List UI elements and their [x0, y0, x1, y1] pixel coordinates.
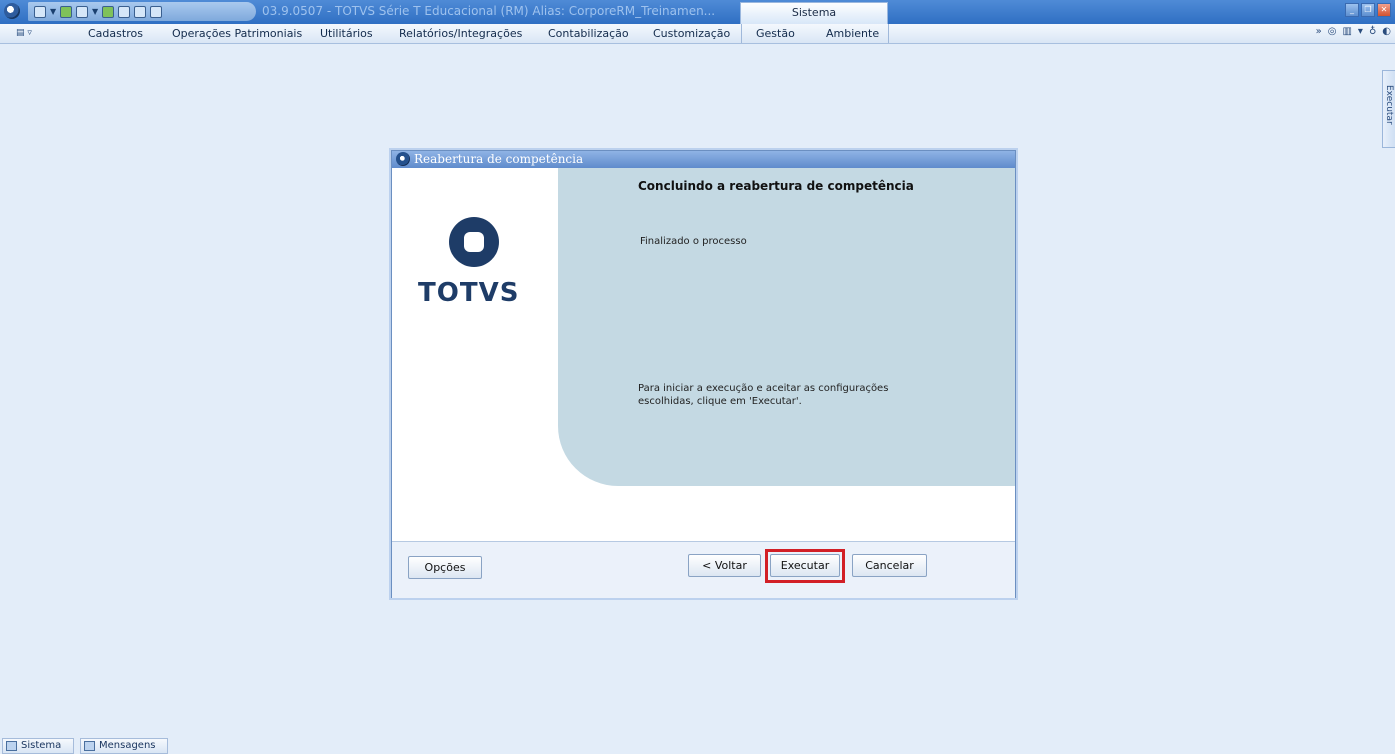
app-orb-icon	[396, 152, 410, 166]
execute-button[interactable]: Executar	[770, 554, 840, 577]
taskbar-item-label: Mensagens	[99, 740, 156, 751]
quick-access-toolbar: ▼ ▼	[28, 2, 256, 21]
main-menu-bar: ▤ ▿ Cadastros Operações Patrimoniais Uti…	[0, 24, 1395, 44]
menu-right-tools: » ◎ ▥ ▾ ♁ ◐	[1316, 26, 1391, 37]
dialog-title-bar: Reabertura de competência	[392, 151, 1015, 168]
run-icon[interactable]	[102, 5, 114, 18]
wizard-dialog: Reabertura de competência TOTVS Concluin…	[391, 150, 1016, 598]
totvs-logo-text: TOTVS	[418, 278, 520, 308]
menu-toggle-icon[interactable]: ▤ ▿	[16, 26, 48, 40]
menu-ambiente[interactable]: Ambiente	[826, 27, 879, 40]
dialog-footer: Opções < Voltar Executar Cancelar	[392, 541, 1015, 598]
taskbar-item-sistema[interactable]: Sistema	[2, 738, 74, 754]
menu-cadastros[interactable]: Cadastros	[88, 27, 143, 40]
side-panel-tab[interactable]: Executar	[1382, 70, 1395, 148]
window-title: 03.9.0507 - TOTVS Série T Educacional (R…	[262, 4, 716, 18]
options-button[interactable]: Opções	[408, 556, 482, 579]
menu-operacoes-patrimoniais[interactable]: Operações Patrimoniais	[172, 27, 302, 40]
menu-gestao[interactable]: Gestão	[756, 27, 795, 40]
status-message: Finalizado o processo	[640, 236, 747, 247]
logo-area: TOTVS	[392, 168, 558, 538]
dialog-title: Reabertura de competência	[414, 152, 584, 166]
dropdown-arrow-icon[interactable]: ▼	[50, 6, 56, 18]
app-menu-orb-icon[interactable]	[4, 3, 20, 19]
close-icon[interactable]: ✕	[1377, 3, 1391, 17]
refresh-icon[interactable]	[134, 5, 146, 18]
taskbar-item-mensagens[interactable]: Mensagens	[80, 738, 168, 754]
wizard-heading: Concluindo a reabertura de competência	[638, 179, 914, 193]
globe-icon[interactable]	[34, 5, 46, 18]
dropdown-arrow-icon[interactable]: ▾	[1358, 26, 1363, 37]
menu-contabilizacao[interactable]: Contabilização	[548, 27, 629, 40]
message-icon	[84, 741, 95, 751]
globe-icon[interactable]: ◎	[1328, 26, 1337, 37]
bottom-taskbar: Sistema Mensagens	[0, 736, 1395, 754]
help-icon[interactable]: ◐	[1382, 26, 1391, 37]
menu-separator	[741, 24, 742, 43]
new-document-icon[interactable]	[60, 5, 72, 18]
minimize-icon[interactable]: _	[1345, 3, 1359, 17]
back-button[interactable]: < Voltar	[688, 554, 761, 577]
copy-icon[interactable]	[150, 5, 162, 18]
monitor-icon	[6, 741, 17, 751]
cancel-button[interactable]: Cancelar	[852, 554, 927, 577]
taskbar-item-label: Sistema	[21, 740, 62, 751]
wizard-content-panel: Concluindo a reabertura de competência F…	[558, 168, 1015, 486]
instruction-text: Para iniciar a execução e aceitar as con…	[638, 383, 889, 407]
window-controls: _ ❐ ✕	[1345, 3, 1391, 17]
menu-separator	[888, 24, 889, 43]
window-icon[interactable]	[76, 5, 88, 18]
lightbulb-icon[interactable]: ♁	[1369, 26, 1376, 37]
chevron-double-down-icon[interactable]: »	[1316, 26, 1322, 37]
menu-utilitarios[interactable]: Utilitários	[320, 27, 373, 40]
menu-customizacao[interactable]: Customização	[653, 27, 730, 40]
tools-icon[interactable]	[118, 5, 130, 18]
side-panel-label: Executar	[1384, 85, 1394, 125]
dropdown-arrow-icon[interactable]: ▼	[92, 6, 98, 18]
tab-sistema[interactable]: Sistema	[740, 2, 888, 24]
restore-icon[interactable]: ❐	[1361, 3, 1375, 17]
menu-relatorios-integracoes[interactable]: Relatórios/Integrações	[399, 27, 522, 40]
layout-icon[interactable]: ▥	[1342, 26, 1351, 37]
totvs-logo-icon	[449, 217, 499, 267]
window-title-bar: ▼ ▼ 03.9.0507 - TOTVS Série T Educaciona…	[0, 0, 1395, 25]
